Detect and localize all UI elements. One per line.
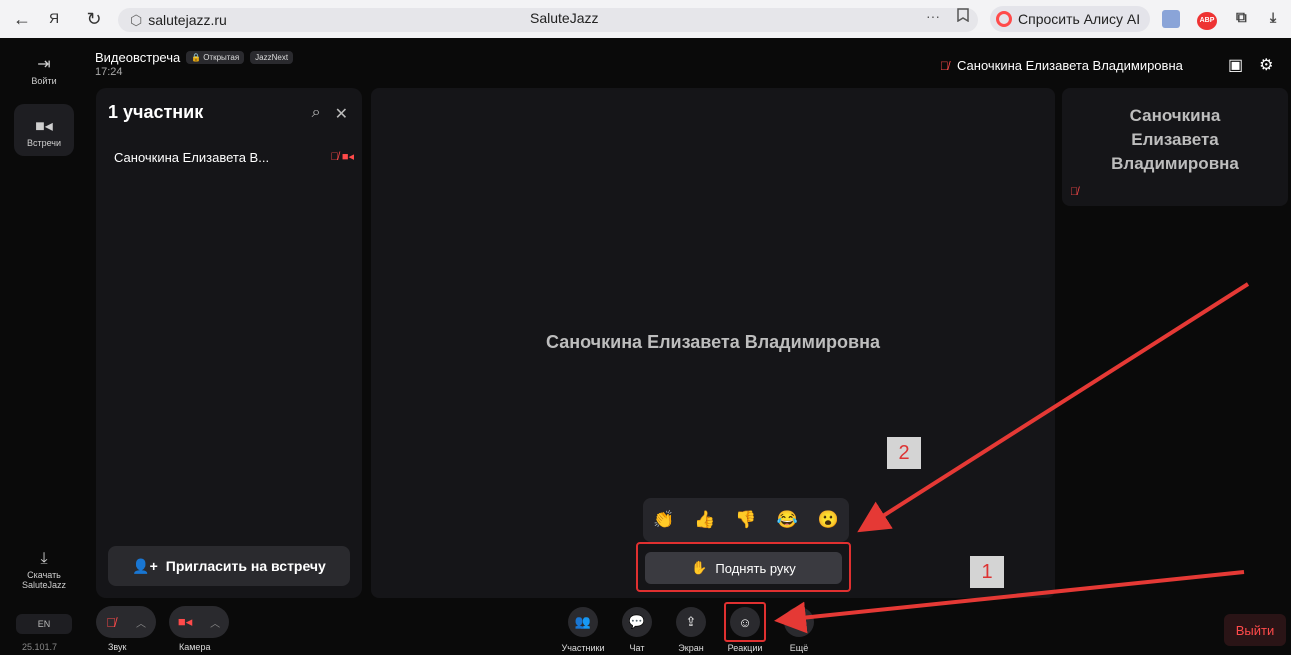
thumbs-up-reaction[interactable]: 👍	[694, 510, 715, 530]
meeting-time: 17:24	[95, 66, 123, 78]
layout-icon[interactable]: ▣	[1228, 55, 1243, 75]
chat-button[interactable]: 💬	[622, 607, 652, 637]
browser-toolbar: ← Я ↻ ⬡ salutejazz.ru SaluteJazz ··· Спр…	[0, 0, 1291, 38]
clap-reaction[interactable]: 👏	[653, 510, 674, 530]
stage-participant-name: Саночкина Елизавета Владимировна	[546, 332, 880, 352]
left-rail: ⇥ Войти ■◂ Встречи ⤓ Скачать SaluteJazz	[0, 38, 88, 655]
mic-off-icon: 🎙̸	[940, 58, 949, 73]
screen-label: Экран	[678, 643, 704, 653]
reactions-popup: 👏 👍 👎 😂 😮	[643, 498, 849, 542]
video-camera-icon: ■◂	[35, 118, 53, 135]
raise-hand-button[interactable]: ✋ Поднять руку	[645, 552, 842, 584]
camera-control[interactable]: ■◂ ︿	[169, 606, 229, 638]
meeting-title: Видеовстреча	[95, 50, 181, 65]
camera-label: Камера	[179, 642, 211, 652]
extension-icon[interactable]: ⧉	[1236, 9, 1247, 26]
alice-button[interactable]: Спросить Алису AI	[990, 6, 1151, 32]
sound-label: Звук	[108, 642, 127, 652]
mic-off-icon: 🎙̸	[106, 614, 116, 630]
screen-share-icon: ⇪	[685, 614, 697, 629]
login-icon: ⇥	[37, 56, 51, 73]
thumbs-down-reaction[interactable]: 👎	[735, 510, 756, 530]
callout-1: 1	[970, 556, 1004, 588]
download-label: Скачать SaluteJazz	[21, 570, 67, 590]
login-label: Войти	[31, 76, 57, 86]
badge-open: 🔒 Открытая	[186, 51, 245, 64]
reload-icon[interactable]: ↻	[78, 9, 110, 30]
chat-icon: 💬	[628, 614, 646, 629]
header-tools: ▣ ⚙	[1228, 55, 1273, 75]
download-icon: ⤓	[40, 550, 48, 567]
download-app-button[interactable]: ⤓ Скачать SaluteJazz	[14, 550, 74, 590]
participant-status-icons: 🎙̸ ■◂	[331, 150, 354, 165]
sound-control[interactable]: 🎙̸ ︿	[96, 606, 156, 638]
tile-participant-name: Саночкина Елизавета Владимировна	[1111, 106, 1239, 173]
participants-button[interactable]: 👥	[568, 607, 598, 637]
reactions-label: Реакции	[727, 643, 763, 653]
language-switch[interactable]: EN	[16, 614, 72, 634]
reactions-highlight	[724, 602, 766, 642]
more-dots-icon[interactable]: ···	[926, 8, 940, 24]
raise-hand-highlight: ✋ Поднять руку	[636, 542, 851, 592]
participants-label: Участники	[561, 643, 605, 653]
participant-row[interactable]: Саночкина Елизавета В... 🎙̸ ■◂	[114, 150, 354, 165]
page-title: SaluteJazz	[530, 10, 599, 26]
bookmark-icon[interactable]	[957, 8, 969, 26]
alice-icon	[996, 11, 1012, 27]
users-icon: 👥	[574, 614, 592, 629]
shield-icon: ⬡	[130, 11, 143, 28]
raise-hand-label: Поднять руку	[715, 560, 796, 576]
more-label: Ещё	[789, 643, 809, 653]
leave-button[interactable]: Выйти	[1224, 614, 1286, 646]
active-speaker-name: Саночкина Елизавета Владимировна	[957, 58, 1183, 73]
app-version: 25.101.7	[22, 642, 58, 652]
yandex-icon[interactable]: Я	[38, 10, 70, 26]
alice-label: Спросить Алису AI	[1018, 11, 1141, 27]
mic-off-icon: 🎙̸	[1070, 186, 1079, 198]
meetings-button[interactable]: ■◂ Встречи	[14, 104, 74, 156]
hand-icon: ✋	[691, 560, 708, 575]
more-button[interactable]: •••	[784, 607, 814, 637]
meetings-label: Встречи	[26, 138, 62, 148]
more-dots-icon: •••	[792, 614, 806, 630]
chevron-up-icon[interactable]: ︿	[210, 615, 220, 630]
chevron-up-icon[interactable]: ︿	[136, 615, 146, 630]
search-icon[interactable]: ⌕	[312, 104, 321, 124]
camera-off-icon: ■◂	[177, 614, 193, 629]
mic-off-icon: 🎙̸	[330, 151, 339, 163]
close-icon[interactable]: ✕	[335, 104, 348, 124]
laugh-reaction[interactable]: 😂	[777, 510, 798, 530]
translate-icon[interactable]	[1162, 10, 1180, 28]
participant-tile[interactable]: Саночкина Елизавета Владимировна 🎙̸	[1062, 88, 1288, 206]
badge-jazznext: JazzNext	[250, 51, 294, 64]
chat-label: Чат	[629, 643, 645, 653]
meeting-header: Видеовстреча 🔒 Открытая JazzNext	[95, 50, 294, 65]
back-icon[interactable]: ←	[6, 9, 38, 30]
active-speaker: 🎙̸ Саночкина Елизавета Владимировна	[940, 58, 1183, 73]
camera-off-icon: ■◂	[341, 151, 354, 163]
lock-icon: 🔒	[191, 53, 202, 62]
adblock-icon[interactable]: ABP	[1197, 12, 1217, 30]
url-text: salutejazz.ru	[148, 12, 227, 28]
gear-icon[interactable]: ⚙	[1259, 55, 1273, 75]
invite-button[interactable]: 👤+ Пригласить на встречу	[108, 546, 350, 586]
participants-panel: 1 участник ⌕ ✕ Саночкина Елизавета В... …	[96, 88, 362, 598]
login-button[interactable]: ⇥ Войти	[14, 54, 74, 86]
participant-name: Саночкина Елизавета В...	[114, 150, 270, 165]
invite-label: Пригласить на встречу	[165, 558, 326, 574]
panel-tools: ⌕ ✕	[312, 104, 348, 124]
add-user-icon: 👤+	[132, 557, 158, 574]
screen-share-button[interactable]: ⇪	[676, 607, 706, 637]
participants-title: 1 участник	[108, 102, 204, 122]
wow-reaction[interactable]: 😮	[818, 510, 839, 530]
download-badge-icon[interactable]: ⤓	[1270, 9, 1276, 26]
badge-open-label: Открытая	[203, 53, 240, 62]
callout-2: 2	[887, 437, 921, 469]
